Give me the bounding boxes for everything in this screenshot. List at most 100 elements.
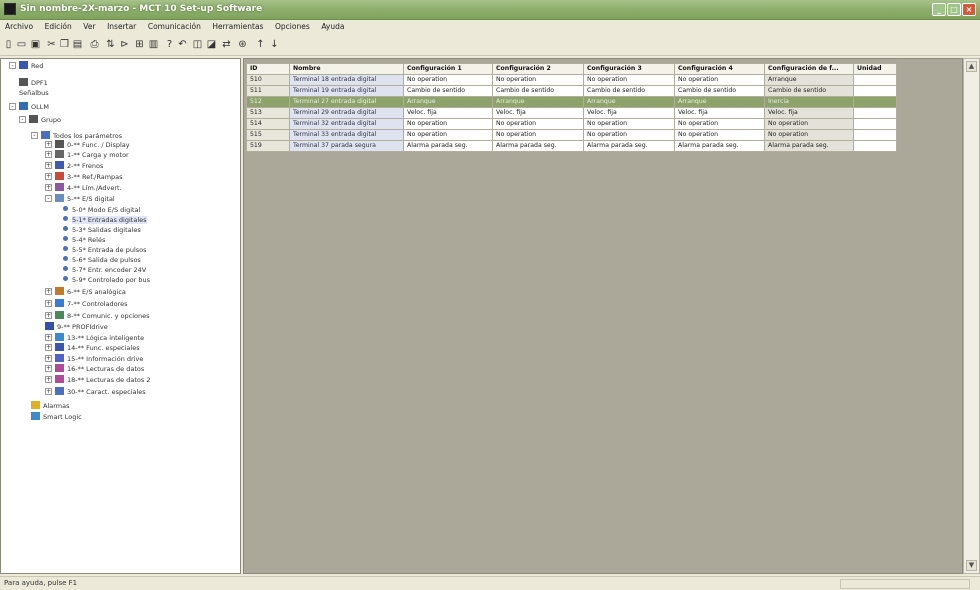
project-tree[interactable]: - Red DPF1 Señalbus - OLLM - Grupo - Todos los pa… [0,58,241,574]
tree-node[interactable]: +7-** Controladores [45,299,128,309]
paste-icon[interactable]: ▤ [71,38,84,51]
table-cell[interactable]: Terminal 33 entrada digital [289,129,404,141]
table-cell[interactable]: No operation [492,129,584,141]
table-cell[interactable]: 514 [246,118,290,130]
maximize-button[interactable]: □ [947,3,961,16]
save-icon[interactable]: ▣ [29,38,42,51]
table-row[interactable]: 511 Terminal 19 entrada digital Cambio de … [246,85,897,97]
table-cell[interactable]: 515 [246,129,290,141]
table-cell[interactable] [853,118,897,130]
table-cell[interactable]: Arranque [403,96,493,108]
new-icon[interactable]: ▯ [2,38,15,51]
tree-node[interactable]: 5-0* Modo E/S digital [63,205,140,215]
table-cell[interactable] [853,96,897,108]
table-cell[interactable]: No operation [674,74,765,86]
tree-node[interactable]: +8-** Comunic. y opciones [45,311,150,321]
table-cell[interactable]: Terminal 32 entrada digital [289,118,404,130]
table-cell[interactable]: No operation [583,74,675,86]
tree-node[interactable]: +0-** Func. / Display [45,140,130,150]
table-cell[interactable]: No operation [583,129,675,141]
tree-node[interactable]: +4-** Lím./Advert. [45,183,122,193]
grid-icon[interactable]: ⊞ [133,38,146,51]
menu-edicion[interactable]: Edición [40,20,76,31]
filter-icon[interactable]: ⊳ [118,38,131,51]
table-row[interactable]: 512 Terminal 27 entrada digital Arranque Ar… [246,96,897,108]
write-icon[interactable]: ◪ [205,38,218,51]
expand-icon[interactable]: + [45,151,52,158]
menu-opciones[interactable]: Opciones [270,20,314,31]
expand-icon[interactable]: + [45,162,52,169]
tree-node[interactable]: +16-** Lecturas de datos [45,364,144,374]
table-cell[interactable]: 513 [246,107,290,119]
table-row[interactable]: 519 Terminal 37 parada segura Alarma parad… [246,140,897,152]
table-cell[interactable]: Terminal 18 entrada digital [289,74,404,86]
column-header[interactable]: Configuración de f... [764,63,854,75]
table-cell[interactable]: No operation [403,74,493,86]
table-row[interactable]: 510 Terminal 18 entrada digital No operati… [246,74,897,86]
vertical-scrollbar[interactable]: ▲ ▼ [963,58,980,574]
network-icon[interactable]: ⊛ [236,38,249,51]
table-cell[interactable]: No operation [764,129,854,141]
parameter-grid-area[interactable]: ID Nombre Configuración 1 Configuración 2 Co… [243,58,963,574]
menu-ayuda[interactable]: Ayuda [316,20,348,31]
expand-icon[interactable]: + [45,355,52,362]
menu-comunicacion[interactable]: Comunicación [143,20,205,31]
expand-icon[interactable]: + [45,365,52,372]
undo-icon[interactable]: ↶ [176,38,189,51]
tree-node[interactable]: - OLLM [9,102,49,112]
column-header[interactable]: Nombre [289,63,404,75]
table-row[interactable]: 515 Terminal 33 entrada digital No operati… [246,129,897,141]
menu-herramientas[interactable]: Herramientas [207,20,267,31]
tree-node[interactable]: +2-** Frenos [45,161,103,171]
table-cell[interactable] [853,85,897,97]
tree-node[interactable]: +1-** Carga y motor [45,150,129,160]
menu-ver[interactable]: Ver [78,20,99,31]
tree-node[interactable]: Alarmas [31,401,70,411]
table-cell[interactable]: Arranque [764,74,854,86]
table-cell[interactable]: Veloc. fija [403,107,493,119]
table-cell[interactable]: Cambio de sentido [403,85,493,97]
table-cell[interactable]: No operation [492,74,584,86]
collapse-icon[interactable]: - [45,195,52,202]
table-cell[interactable]: Terminal 27 entrada digital [289,96,404,108]
cut-icon[interactable]: ✂ [45,38,58,51]
table-cell[interactable]: No operation [764,118,854,130]
column-header[interactable]: Configuración 1 [403,63,493,75]
tree-node[interactable]: +6-** E/S analógica [45,287,126,297]
tree-node[interactable]: 5-5* Entrada de pulsos [63,245,147,255]
table-cell[interactable]: 519 [246,140,290,152]
sort-icon[interactable]: ⇅ [104,38,117,51]
expand-icon[interactable]: + [45,288,52,295]
up-icon[interactable]: ↑ [254,38,267,51]
help-icon[interactable]: ? [163,38,176,51]
connect-icon[interactable]: ⇄ [220,38,233,51]
tree-node[interactable]: 5-9* Controlado por bus [63,275,150,285]
tree-node[interactable]: 5-3* Salidas digitales [63,225,141,235]
tree-node[interactable]: Smart Logic [31,412,82,422]
tree-node[interactable]: +18-** Lecturas de datos 2 [45,375,150,385]
expand-icon[interactable]: + [45,312,52,319]
tree-node[interactable]: +14-** Func. especiales [45,343,140,353]
table-cell[interactable] [853,129,897,141]
table-cell[interactable]: Alarma parada seg. [674,140,765,152]
menu-archivo[interactable]: Archivo [0,20,37,31]
table-cell[interactable]: Alarma parada seg. [764,140,854,152]
table-cell[interactable] [853,107,897,119]
open-icon[interactable]: ▭ [15,38,28,51]
table-cell[interactable]: No operation [492,118,584,130]
table-cell[interactable]: Terminal 19 entrada digital [289,85,404,97]
table-cell[interactable]: No operation [583,118,675,130]
close-button[interactable]: × [962,3,976,16]
table-cell[interactable]: Arranque [583,96,675,108]
expand-icon[interactable]: + [45,184,52,191]
table-cell[interactable]: Terminal 29 entrada digital [289,107,404,119]
table-cell[interactable]: 512 [246,96,290,108]
table-cell[interactable]: Cambio de sentido [674,85,765,97]
column-header[interactable]: Unidad [853,63,897,75]
tree-node[interactable]: - Red [9,61,43,71]
table-cell[interactable]: No operation [403,118,493,130]
tree-node[interactable]: - 5-** E/S digital [45,194,115,204]
copy-icon[interactable]: ❐ [58,38,71,51]
tree-node[interactable]: +3-** Ref./Rampas [45,172,123,182]
table-cell[interactable]: No operation [674,129,765,141]
